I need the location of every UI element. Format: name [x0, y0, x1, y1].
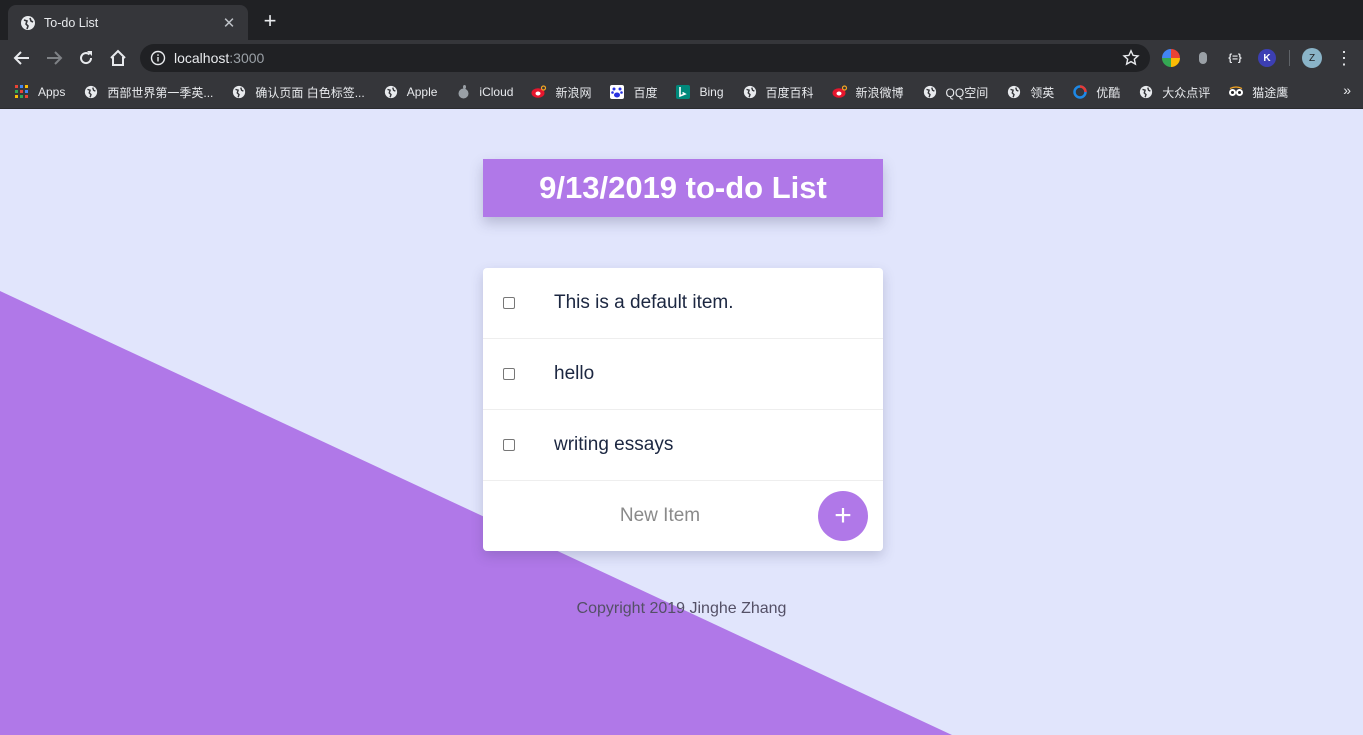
url-host: localhost — [174, 50, 230, 66]
bookmark-item[interactable]: 百度 — [609, 84, 657, 101]
forward-icon[interactable] — [42, 46, 66, 70]
list-item: hello — [483, 339, 883, 410]
bookmark-item[interactable]: 西部世界第一季英... — [83, 84, 213, 101]
heading-box: 9/13/2019 to-do List — [483, 159, 883, 217]
bookmark-label: 西部世界第一季英... — [107, 85, 214, 100]
color-picker-extension-icon[interactable] — [1162, 49, 1180, 67]
page-viewport: 9/13/2019 to-do List This is a default i… — [0, 109, 1363, 735]
globe-icon — [383, 84, 399, 100]
mouse-extension-icon[interactable] — [1194, 49, 1212, 67]
bookmark-label: QQ空间 — [945, 85, 989, 100]
bookmarks-bar: Apps 西部世界第一季英... 确认页面 白色标签... Apple iClo… — [0, 76, 1363, 109]
bookmark-label: 百度百科 — [765, 85, 814, 100]
bookmark-label: Apple — [406, 85, 438, 99]
more-bookmarks-icon[interactable]: » — [1343, 82, 1351, 98]
bookmark-apps[interactable]: Apps — [14, 84, 65, 100]
bookmark-label: 领英 — [1030, 85, 1055, 100]
bookmark-item[interactable]: 新浪微博 — [832, 84, 904, 101]
apps-grid-icon — [14, 84, 30, 100]
browser-toolbar: localhost :3000 {=} K Z ⋮ — [0, 40, 1363, 76]
bookmark-label: 新浪微博 — [855, 85, 904, 100]
tab-title: To-do List — [44, 15, 99, 30]
json-extension-icon[interactable]: {=} — [1226, 49, 1244, 67]
tab-strip: To-do List ✕ + — [0, 0, 1363, 40]
item-checkbox[interactable] — [503, 297, 515, 309]
bookmark-item[interactable]: Apple — [383, 84, 438, 100]
bookmark-label: 优酷 — [1096, 85, 1121, 100]
bookmark-label: 百度 — [633, 85, 658, 100]
page-title: 9/13/2019 to-do List — [539, 170, 827, 205]
address-bar[interactable]: localhost :3000 — [140, 44, 1150, 72]
bookmark-item[interactable]: 猫途鹰 — [1228, 84, 1288, 101]
globe-icon — [1006, 84, 1022, 100]
item-checkbox[interactable] — [503, 368, 515, 380]
list-item: This is a default item. — [483, 268, 883, 339]
bookmark-label: 猫途鹰 — [1252, 85, 1289, 100]
item-text: writing essays — [554, 434, 674, 455]
globe-icon — [742, 84, 758, 100]
browser-tab[interactable]: To-do List ✕ — [8, 5, 248, 40]
bookmark-label: 新浪网 — [555, 85, 592, 100]
new-item-row: + — [483, 481, 883, 551]
bookmark-item[interactable]: 领英 — [1006, 84, 1054, 101]
globe-icon — [1138, 84, 1154, 100]
item-checkbox[interactable] — [503, 439, 515, 451]
weibo-icon — [832, 84, 848, 100]
back-icon[interactable] — [10, 46, 34, 70]
item-text: hello — [554, 363, 595, 384]
bookmark-item[interactable]: 确认页面 白色标签... — [231, 84, 365, 101]
weibo-icon — [531, 84, 547, 100]
youku-icon — [1072, 84, 1088, 100]
bookmark-star-icon[interactable] — [1122, 49, 1140, 67]
globe-icon — [922, 84, 938, 100]
bookmark-item[interactable]: 优酷 — [1072, 84, 1120, 101]
toolbar-separator — [1289, 50, 1290, 66]
home-icon[interactable] — [106, 46, 130, 70]
item-text: This is a default item. — [554, 292, 734, 313]
bookmark-label: 大众点评 — [1162, 85, 1211, 100]
globe-icon — [20, 15, 36, 31]
close-tab-icon[interactable]: ✕ — [220, 14, 238, 32]
footer-copyright: Copyright 2019 Jinghe Zhang — [576, 600, 787, 617]
profile-avatar[interactable]: Z — [1302, 48, 1322, 68]
bookmark-item[interactable]: iCloud — [455, 84, 513, 100]
bookmark-label: Apps — [38, 85, 66, 99]
url-port: :3000 — [229, 50, 265, 66]
apple-icon — [455, 84, 471, 100]
baidu-icon — [609, 84, 625, 100]
bookmark-item[interactable]: QQ空间 — [922, 84, 989, 101]
bookmark-item[interactable]: Bing — [675, 84, 724, 100]
new-tab-button[interactable]: + — [258, 9, 282, 33]
reload-icon[interactable] — [74, 46, 98, 70]
bookmark-label: iCloud — [479, 85, 514, 99]
bookmark-item[interactable]: 百度百科 — [742, 84, 814, 101]
globe-icon — [231, 84, 247, 100]
bookmark-label: Bing — [699, 85, 724, 99]
globe-icon — [83, 84, 99, 100]
todo-card: This is a default item. hello writing es… — [483, 268, 883, 551]
bing-icon — [675, 84, 691, 100]
k-extension-icon[interactable]: K — [1258, 49, 1276, 67]
add-item-button[interactable]: + — [818, 491, 868, 541]
site-info-icon[interactable] — [150, 50, 166, 66]
new-item-input[interactable] — [503, 495, 817, 537]
bookmark-item[interactable]: 新浪网 — [531, 84, 591, 101]
menu-kebab-icon[interactable]: ⋮ — [1334, 47, 1354, 69]
bookmark-label: 确认页面 白色标签... — [255, 85, 365, 100]
list-item: writing essays — [483, 410, 883, 481]
tripadvisor-icon — [1228, 84, 1244, 100]
bookmark-item[interactable]: 大众点评 — [1138, 84, 1210, 101]
